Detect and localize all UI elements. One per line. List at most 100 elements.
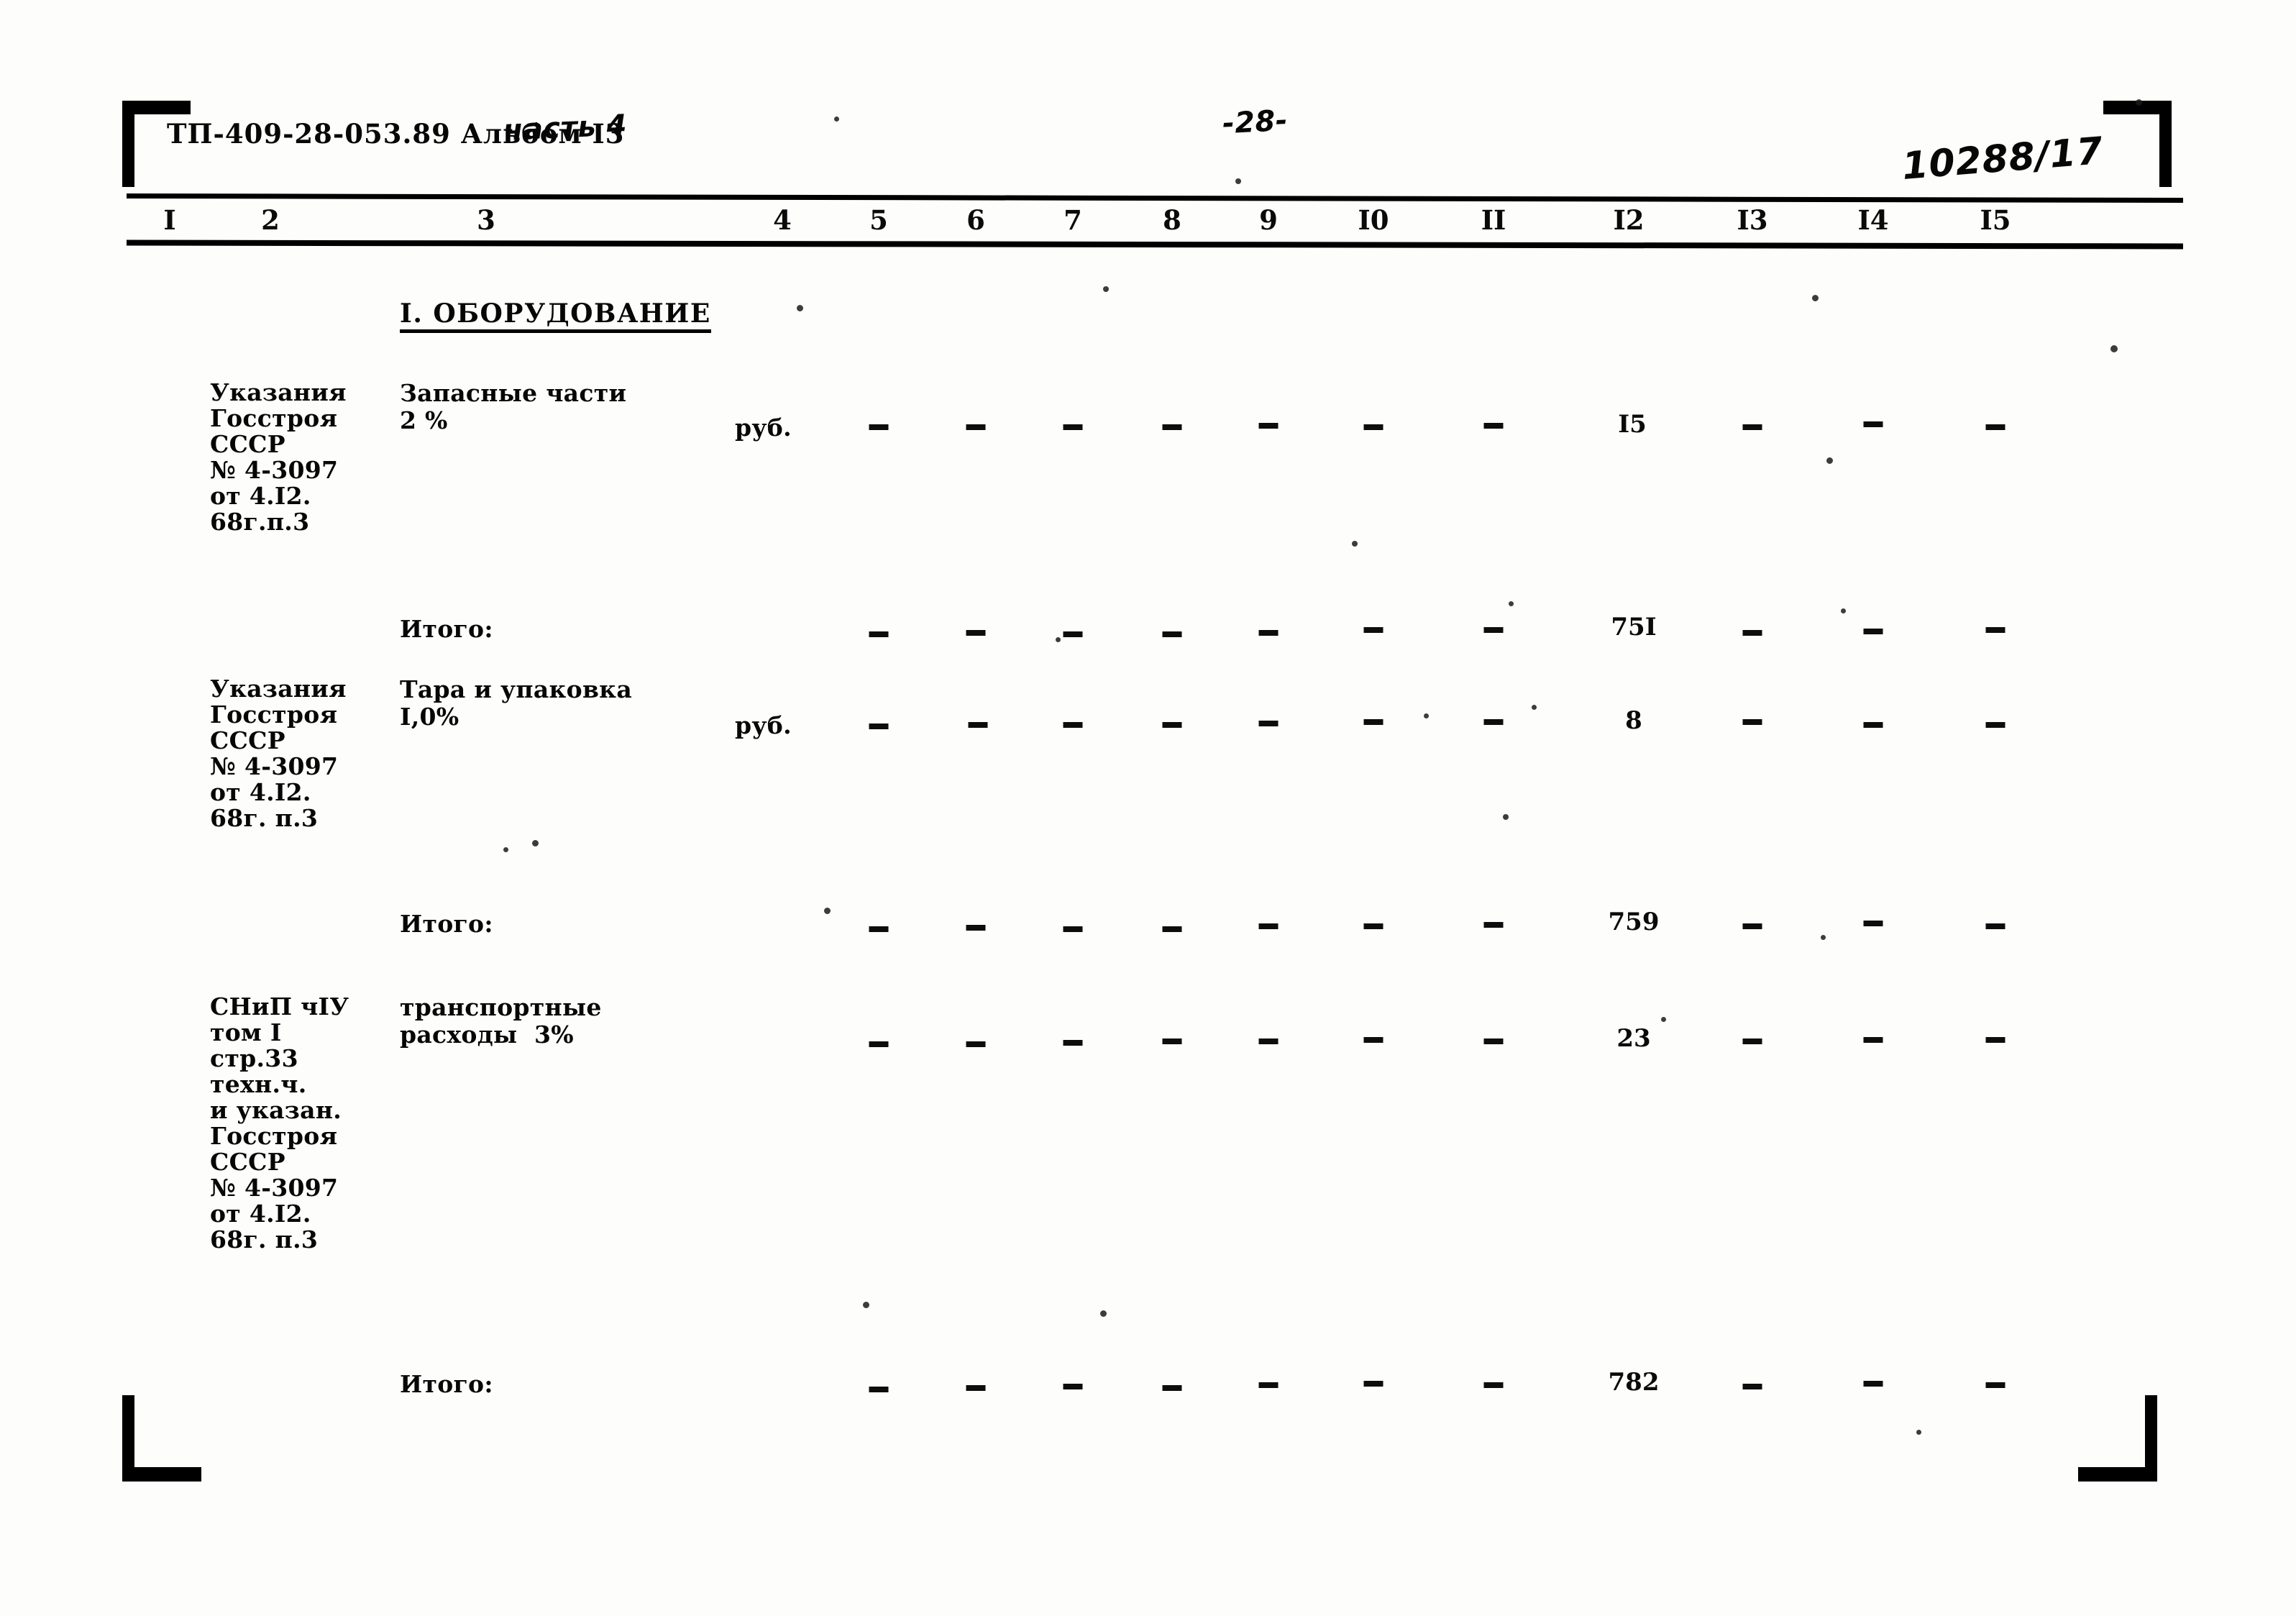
column-header-5: 5: [869, 204, 888, 236]
column-header-12: I2: [1613, 204, 1645, 236]
table-total-3-col10-dash: [1363, 1381, 1383, 1387]
table-row-3-name: транспортные расходы 3%: [400, 993, 602, 1049]
table-total-2-value: 759: [1608, 908, 1660, 936]
table-row-2-col6-dash: [968, 722, 988, 728]
scan-speckle: [1103, 286, 1109, 292]
table-row-3-col12-value: 23: [1616, 1024, 1651, 1053]
table-row-3-reference: СНиП чIУ том I стр.33 техн.ч. и указан. …: [210, 992, 349, 1254]
table-rule-bottom: [126, 239, 2184, 250]
table-row-2-col12-value: 8: [1625, 706, 1642, 735]
scan-speckle: [1841, 608, 1846, 613]
column-header-9: 9: [1259, 204, 1278, 236]
table-row-3-col7-dash: [1063, 1040, 1083, 1046]
table-total-2-col9-dash: [1258, 923, 1279, 929]
table-row-1-col14-dash: [1863, 421, 1883, 427]
scan-speckle: [532, 840, 539, 846]
table-total-3-col13-dash: [1742, 1384, 1762, 1389]
table-row-3-col8-dash: [1162, 1038, 1182, 1044]
table-total-3-col6-dash: [966, 1385, 986, 1391]
scan-speckle: [1821, 935, 1826, 940]
scan-speckle: [1352, 541, 1358, 547]
scan-speckle: [824, 908, 831, 914]
table-row-3-col10-dash: [1363, 1037, 1383, 1043]
table-row-2-col9-dash: [1258, 721, 1279, 726]
table-row-1-reference: Указания Госстроя СССР № 4-3097 от 4.I2.…: [210, 378, 347, 536]
table-total-3-col14-dash: [1863, 1381, 1883, 1387]
table-row-3-col15-dash: [1985, 1037, 2005, 1043]
column-header-2: 2: [261, 204, 280, 236]
page-number: -28-: [1221, 104, 1289, 141]
table-total-1-col8-dash: [1162, 631, 1182, 637]
scan-speckle: [1826, 457, 1833, 464]
table-total-1-col11-dash: [1483, 627, 1504, 633]
table-row-1-col12-value: I5: [1618, 410, 1647, 439]
table-rule-top: [126, 193, 2184, 203]
table-total-3-col9-dash: [1258, 1382, 1279, 1388]
table-total-2-col5-dash: [869, 926, 889, 932]
table-total-2-col15-dash: [1985, 923, 2005, 929]
section-title-text: I. ОБОРУДОВАНИЕ: [400, 298, 711, 333]
table-row-1-col6-dash: [966, 424, 986, 430]
column-header-4: 4: [773, 204, 792, 236]
scan-speckle: [1661, 1017, 1666, 1022]
table-row-3-col11-dash: [1483, 1038, 1504, 1044]
table-row-2-col13-dash: [1742, 719, 1762, 725]
table-total-1-col15-dash: [1985, 627, 2005, 633]
registration-mark-bottom-left: [122, 1395, 209, 1482]
table-total-1-col9-dash: [1258, 630, 1279, 636]
table-total-1-col6-dash: [966, 630, 986, 636]
registration-mark-bottom-right: [2071, 1395, 2157, 1482]
document-part-handwritten: часть 4: [503, 109, 628, 147]
scan-speckle: [797, 305, 803, 311]
table-total-3-col8-dash: [1162, 1385, 1182, 1391]
table-total-1-col5-dash: [869, 631, 889, 637]
scan-speckle: [1056, 637, 1061, 642]
scan-speckle: [863, 1302, 869, 1308]
archive-stamp-handwritten: 10288/17: [1901, 129, 2105, 188]
table-row-2-col7-dash: [1063, 722, 1083, 728]
table-row-3-col5-dash: [869, 1041, 889, 1047]
column-header-15: I5: [1980, 204, 2011, 236]
table-row-2-name: Тара и упаковка I,0%: [400, 675, 632, 731]
table-row-1-unit: руб.: [735, 414, 792, 442]
table-row-1-total-label: Итого:: [400, 615, 493, 643]
column-header-1: I: [163, 204, 176, 236]
table-row-2-col8-dash: [1162, 722, 1182, 728]
scan-speckle: [1424, 713, 1429, 718]
table-total-1-value: 75I: [1611, 613, 1657, 642]
column-header-6: 6: [966, 204, 985, 236]
table-row-1-col7-dash: [1063, 424, 1083, 430]
table-row-3-col6-dash: [966, 1041, 986, 1047]
table-row-1-col13-dash: [1742, 424, 1762, 430]
table-row-2-total-label: Итого:: [400, 910, 493, 938]
scan-speckle: [503, 847, 508, 852]
table-row-1-col5-dash: [869, 424, 889, 430]
table-total-2-col10-dash: [1363, 923, 1383, 929]
table-row-3-col14-dash: [1863, 1037, 1883, 1043]
column-header-7: 7: [1064, 204, 1082, 236]
table-row-3-total-label: Итого:: [400, 1370, 493, 1398]
scan-speckle: [2136, 99, 2142, 106]
table-row-2-col10-dash: [1363, 719, 1383, 725]
table-row-1-name: Запасные части 2 %: [400, 379, 627, 434]
table-total-2-col13-dash: [1742, 923, 1762, 929]
scan-speckle: [834, 117, 839, 122]
scan-speckle: [1509, 601, 1514, 606]
scan-speckle: [1532, 705, 1537, 710]
table-row-2-reference: Указания Госстроя СССР № 4-3097 от 4.I2.…: [210, 675, 347, 832]
table-total-2-col7-dash: [1063, 926, 1083, 932]
column-header-14: I4: [1857, 204, 1889, 236]
table-row-2-unit: руб.: [735, 711, 792, 739]
table-row-2-col5-dash: [869, 723, 889, 729]
scan-speckle: [1503, 814, 1509, 820]
scanned-page: ТП-409-28-053.89 Альбом I3 часть 4 -28- …: [0, 0, 2296, 1616]
table-total-2-col14-dash: [1863, 921, 1883, 926]
table-row-1-col10-dash: [1363, 424, 1383, 430]
table-total-1-col10-dash: [1363, 627, 1383, 633]
table-total-3-value: 782: [1608, 1368, 1660, 1397]
table-total-2-col11-dash: [1483, 922, 1504, 928]
table-total-1-col13-dash: [1742, 630, 1762, 636]
section-title: I. ОБОРУДОВАНИЕ: [400, 298, 711, 333]
scan-speckle: [1812, 295, 1819, 301]
table-total-1-col14-dash: [1863, 629, 1883, 634]
